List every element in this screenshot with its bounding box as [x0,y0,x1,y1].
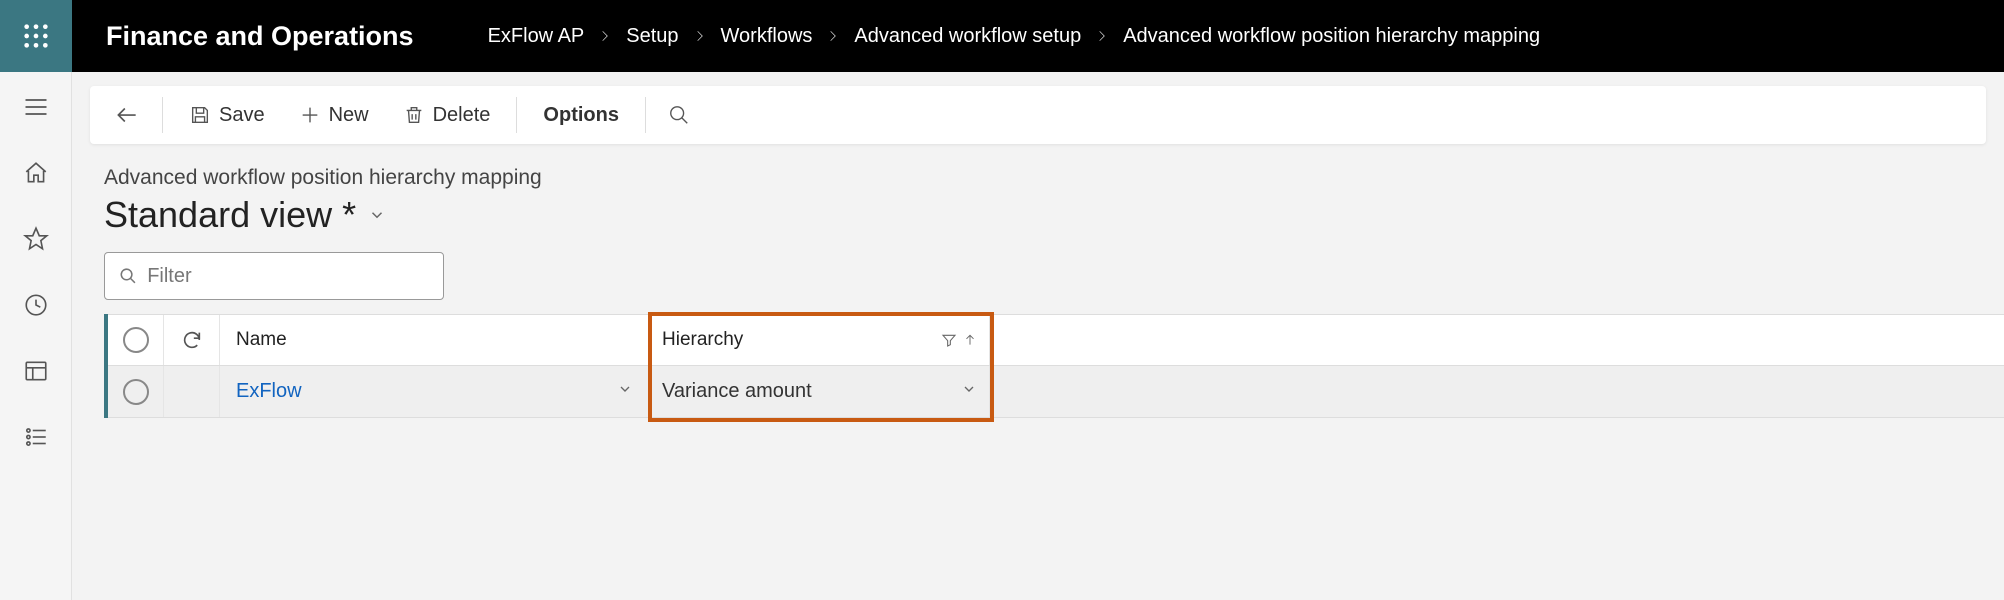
search-button[interactable] [658,96,700,134]
favorites-button[interactable] [21,224,51,254]
home-button[interactable] [21,158,51,188]
chevron-right-icon [1095,29,1109,43]
new-button[interactable]: New [285,96,383,135]
app-launcher-button[interactable] [0,0,72,72]
row-spacer [164,366,220,417]
delete-button[interactable]: Delete [389,96,505,135]
chevron-right-icon [826,29,840,43]
app-title: Finance and Operations [72,21,474,52]
data-grid: Name Hierarchy ExFlow [104,314,2004,418]
view-title: Standard view [104,194,332,236]
top-nav: Finance and Operations ExFlow AP Setup W… [0,0,2004,72]
recent-button[interactable] [21,290,51,320]
page-subtitle: Advanced workflow position hierarchy map… [104,166,1986,190]
breadcrumb-item[interactable]: ExFlow AP [488,25,585,48]
filter-input[interactable] [147,265,429,288]
search-icon [668,104,690,126]
name-link[interactable]: ExFlow [236,380,302,403]
divider [162,97,163,133]
column-header-hierarchy[interactable]: Hierarchy [650,315,990,365]
chevron-down-icon [368,206,386,224]
page-heading: Advanced workflow position hierarchy map… [72,144,2004,236]
toolbar: Save New Delete Options [90,86,1986,144]
filter-field[interactable] [104,252,444,300]
row-select-radio[interactable] [123,379,149,405]
save-button[interactable]: Save [175,96,279,135]
column-name-label: Name [236,329,287,351]
search-icon [119,266,137,286]
table-row[interactable]: ExFlow Variance amount [108,366,2004,418]
breadcrumb-item[interactable]: Advanced workflow position hierarchy map… [1123,25,1540,48]
breadcrumb-item[interactable]: Advanced workflow setup [854,25,1081,48]
select-all-cell[interactable] [108,315,164,365]
breadcrumb-item[interactable]: Workflows [721,25,813,48]
waffle-icon [22,22,50,50]
delete-label: Delete [433,104,491,127]
workspaces-button[interactable] [21,356,51,386]
divider [516,97,517,133]
chevron-right-icon [598,29,612,43]
trash-icon [403,104,425,126]
column-hierarchy-label: Hierarchy [662,329,743,351]
sort-asc-icon [963,333,977,347]
left-rail [0,72,72,600]
new-label: New [329,104,369,127]
save-label: Save [219,104,265,127]
breadcrumb-item[interactable]: Setup [626,25,678,48]
back-button[interactable] [104,94,150,136]
cell-name[interactable]: ExFlow [220,366,650,417]
grid-header: Name Hierarchy [108,314,2004,366]
modules-button[interactable] [21,422,51,452]
cell-hierarchy[interactable]: Variance amount [650,366,990,417]
arrow-left-icon [114,102,140,128]
chevron-down-icon[interactable] [617,381,633,402]
plus-icon [299,104,321,126]
column-sort-icons [941,332,977,348]
chevron-right-icon [693,29,707,43]
view-dirty-marker: * [342,194,356,236]
content-area: Save New Delete Options Advanced workflo… [72,72,2004,600]
options-button[interactable]: Options [529,96,633,135]
refresh-icon [181,329,203,351]
filter-wrap [72,236,2004,314]
breadcrumb: ExFlow AP Setup Workflows Advanced workf… [488,25,1541,48]
hierarchy-value: Variance amount [662,380,812,403]
refresh-button[interactable] [164,315,220,365]
row-select-cell[interactable] [108,366,164,417]
divider [645,97,646,133]
hamburger-button[interactable] [21,92,51,122]
options-label: Options [543,104,619,127]
filter-icon [941,332,957,348]
chevron-down-icon[interactable] [961,380,977,403]
select-all-radio[interactable] [123,327,149,353]
view-selector[interactable]: Standard view * [104,194,1986,236]
column-header-name[interactable]: Name [220,315,650,365]
save-icon [189,104,211,126]
